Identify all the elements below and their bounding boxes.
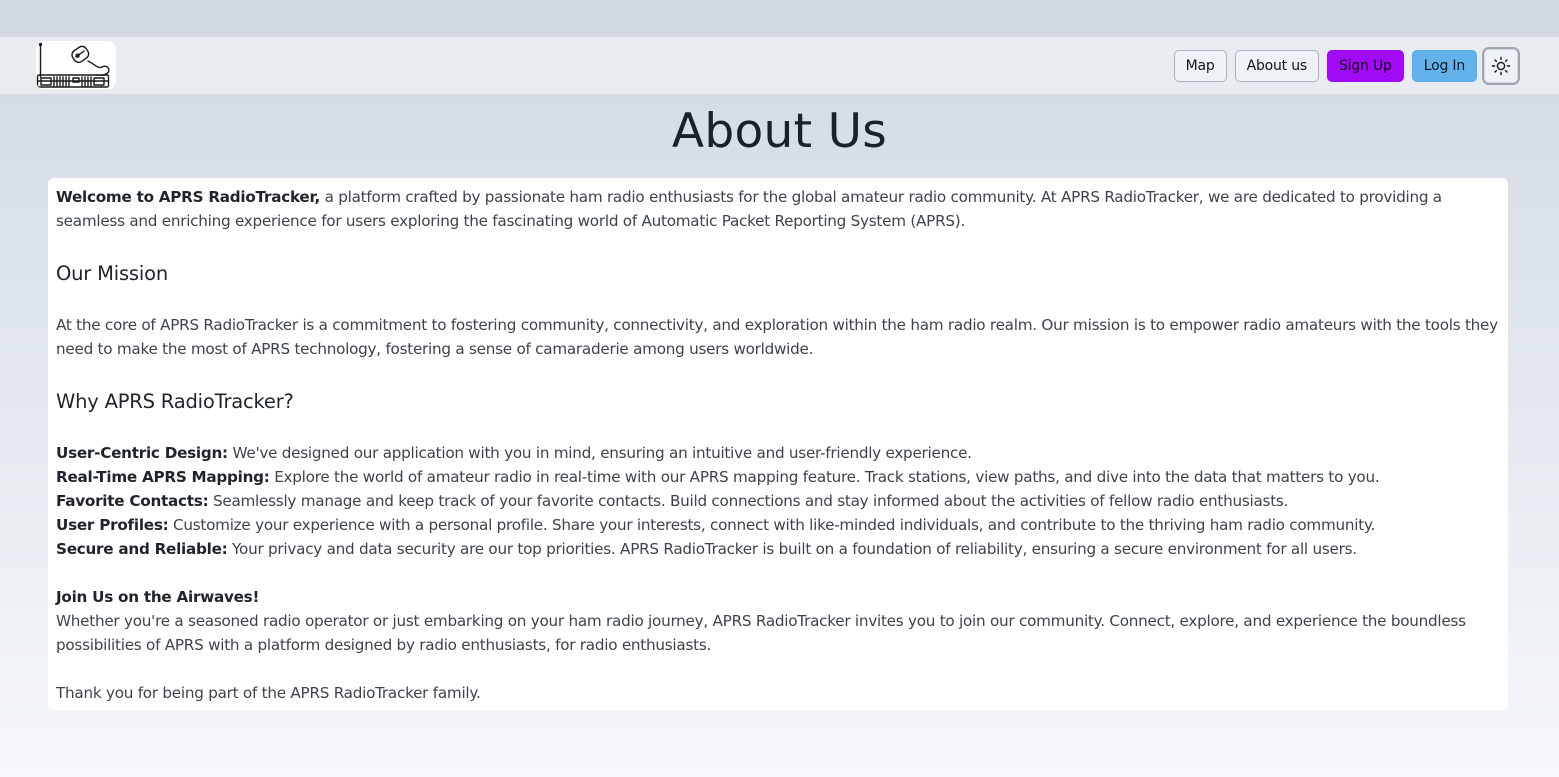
intro-paragraph: Welcome to APRS RadioTracker, a platform…: [56, 185, 1501, 233]
sun-icon: [1491, 56, 1511, 76]
nav-buttons: Map About us Sign Up Log In: [1173, 47, 1520, 85]
theme-toggle-button[interactable]: [1482, 47, 1520, 85]
feature-item-user-centric: User-Centric Design: We've designed our …: [56, 441, 1501, 465]
top-strip: [0, 0, 1559, 37]
mission-heading: Our Mission: [56, 262, 168, 285]
feature-title: User-Centric Design:: [56, 444, 228, 462]
radio-transceiver-logo[interactable]: [36, 41, 116, 89]
logo-graphic: [36, 42, 110, 88]
feature-text: Your privacy and data security are our t…: [227, 540, 1357, 558]
feature-item-mapping: Real-Time APRS Mapping: Explore the worl…: [56, 465, 1501, 489]
feature-text: Explore the world of amateur radio in re…: [269, 468, 1380, 486]
feature-item-profiles: User Profiles: Customize your experience…: [56, 513, 1501, 537]
feature-title: Favorite Contacts:: [56, 492, 209, 510]
feature-text: We've designed our application with you …: [227, 444, 972, 462]
mission-paragraph: At the core of APRS RadioTracker is a co…: [56, 316, 1498, 358]
sign-up-button[interactable]: Sign Up: [1327, 50, 1404, 82]
feature-title: User Profiles:: [56, 516, 169, 534]
feature-text: Customize your experience with a persona…: [168, 516, 1376, 534]
feature-item-secure: Secure and Reliable: Your privacy and da…: [56, 537, 1501, 561]
join-paragraph: Whether you're a seasoned radio operator…: [56, 612, 1466, 654]
feature-title: Secure and Reliable:: [56, 540, 228, 558]
feature-title: Real-Time APRS Mapping:: [56, 468, 270, 486]
about-content-card: Welcome to APRS RadioTracker, a platform…: [48, 178, 1508, 710]
join-heading-text: Join Us on the Airwaves!: [56, 588, 260, 606]
intro-bold: Welcome to APRS RadioTracker,: [56, 188, 321, 206]
feature-text: Seamlessly manage and keep track of your…: [208, 492, 1289, 510]
join-heading: Join Us on the Airwaves!: [56, 585, 1501, 609]
why-heading: Why APRS RadioTracker?: [56, 390, 294, 413]
navbar: Map About us Sign Up Log In: [0, 37, 1559, 94]
log-in-button[interactable]: Log In: [1411, 50, 1477, 82]
about-us-button[interactable]: About us: [1234, 50, 1319, 82]
thanks-paragraph: Thank you for being part of the APRS Rad…: [56, 684, 481, 702]
feature-item-favorites: Favorite Contacts: Seamlessly manage and…: [56, 489, 1501, 513]
map-button[interactable]: Map: [1173, 50, 1227, 82]
page-title: About Us: [671, 104, 888, 159]
